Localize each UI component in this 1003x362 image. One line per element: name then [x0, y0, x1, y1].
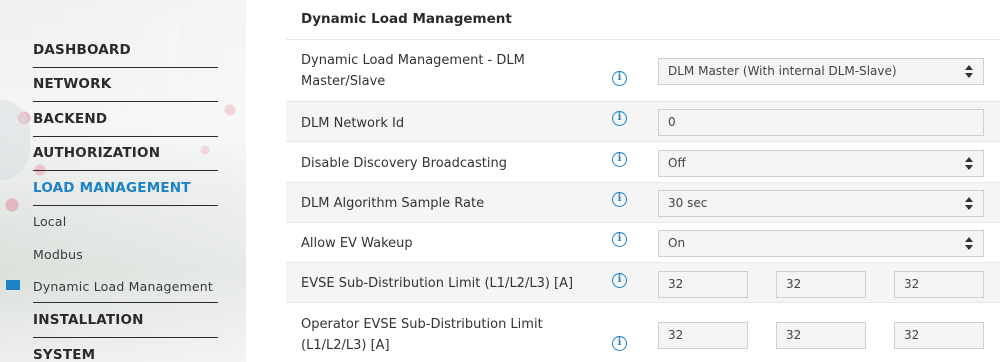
setting-row-dlm-master-slave: Dynamic Load Management - DLM Master/Sla…	[286, 40, 1000, 102]
select-value: DLM Master (With internal DLM-Slave)	[668, 64, 897, 78]
evse-limit-l3-input[interactable]: 32	[894, 271, 984, 298]
setting-label: Dynamic Load Management - DLM Master/Sla…	[301, 50, 601, 92]
sidebar-item-load-management[interactable]: LOAD MANAGEMENT	[33, 171, 218, 206]
select-value: Off	[668, 156, 686, 170]
label-line: (L1/L2/L3) [A]	[301, 338, 390, 353]
sidebar-subitem-label: Dynamic Load Management	[33, 278, 214, 294]
setting-row-dlm-network-id: DLM Network Id i 0	[286, 102, 1000, 142]
operator-evse-limit-l3-input[interactable]: 32	[894, 322, 984, 349]
allow-ev-wakeup-select[interactable]: On	[658, 230, 984, 257]
sidebar-item-dashboard[interactable]: DASHBOARD	[33, 33, 218, 68]
setting-row-disable-discovery-broadcasting: Disable Discovery Broadcasting i Off	[286, 142, 1000, 183]
label-line: Operator EVSE Sub-Distribution Limit	[301, 317, 543, 332]
setting-label: Operator EVSE Sub-Distribution Limit (L1…	[301, 314, 601, 356]
info-circle-icon[interactable]: i	[612, 336, 627, 351]
info-circle-icon[interactable]: i	[612, 152, 627, 167]
evse-limit-l1-input[interactable]: 32	[658, 271, 748, 298]
sidebar-nav: DASHBOARD NETWORK BACKEND AUTHORIZATION …	[6, 33, 218, 362]
operator-evse-limit-l2-input[interactable]: 32	[776, 322, 866, 349]
dlm-master-slave-select[interactable]: DLM Master (With internal DLM-Slave)	[658, 58, 984, 85]
sidebar: DASHBOARD NETWORK BACKEND AUTHORIZATION …	[0, 0, 246, 362]
evse-limit-l2-input[interactable]: 32	[776, 271, 866, 298]
dlm-algorithm-sample-rate-select[interactable]: 30 sec	[658, 190, 984, 217]
sort-arrows-icon	[965, 197, 973, 210]
label-line: Dynamic Load Management - DLM	[301, 53, 525, 68]
sidebar-item-network[interactable]: NETWORK	[33, 68, 218, 102]
setting-row-dlm-algorithm-sample-rate: DLM Algorithm Sample Rate i 30 sec	[286, 183, 1000, 223]
info-circle-icon[interactable]: i	[612, 192, 627, 207]
sidebar-item-backend[interactable]: BACKEND	[33, 102, 218, 137]
setting-row-allow-ev-wakeup: Allow EV Wakeup i On	[286, 223, 1000, 263]
sort-arrows-icon	[965, 157, 973, 170]
setting-row-evse-sub-distribution-limit: EVSE Sub-Distribution Limit (L1/L2/L3) […	[286, 263, 1000, 303]
active-item-marker	[6, 280, 20, 291]
select-value: On	[668, 236, 686, 250]
disable-discovery-broadcasting-select[interactable]: Off	[658, 150, 984, 177]
setting-label: EVSE Sub-Distribution Limit (L1/L2/L3) […	[301, 276, 574, 291]
sort-arrows-icon	[965, 237, 973, 250]
main-content: Dynamic Load Management Dynamic Load Man…	[286, 0, 1000, 362]
setting-label: Disable Discovery Broadcasting	[301, 156, 507, 171]
sort-arrows-icon	[965, 65, 973, 78]
section-title: Dynamic Load Management	[301, 11, 512, 27]
info-circle-icon[interactable]: i	[612, 111, 627, 126]
sidebar-item-authorization[interactable]: AUTHORIZATION	[33, 137, 218, 171]
info-circle-icon[interactable]: i	[612, 71, 627, 86]
operator-evse-limit-l1-input[interactable]: 32	[658, 322, 748, 349]
sidebar-item-system[interactable]: SYSTEM	[33, 338, 218, 362]
sidebar-subitem-modbus[interactable]: Modbus	[33, 238, 218, 271]
dlm-network-id-input[interactable]: 0	[658, 109, 984, 136]
setting-label: Allow EV Wakeup	[301, 236, 413, 251]
sidebar-subitem-dynamic-load-management[interactable]: Dynamic Load Management	[6, 271, 218, 303]
setting-row-operator-evse-sub-distribution-limit: Operator EVSE Sub-Distribution Limit (L1…	[286, 303, 1000, 362]
info-circle-icon[interactable]: i	[612, 273, 627, 288]
setting-label: DLM Network Id	[301, 116, 405, 131]
setting-label: DLM Algorithm Sample Rate	[301, 196, 485, 211]
select-value: 30 sec	[668, 196, 708, 210]
sidebar-item-installation[interactable]: INSTALLATION	[33, 303, 218, 338]
sidebar-subitem-local[interactable]: Local	[33, 206, 218, 239]
info-circle-icon[interactable]: i	[612, 232, 627, 247]
label-line: Master/Slave	[301, 74, 386, 89]
